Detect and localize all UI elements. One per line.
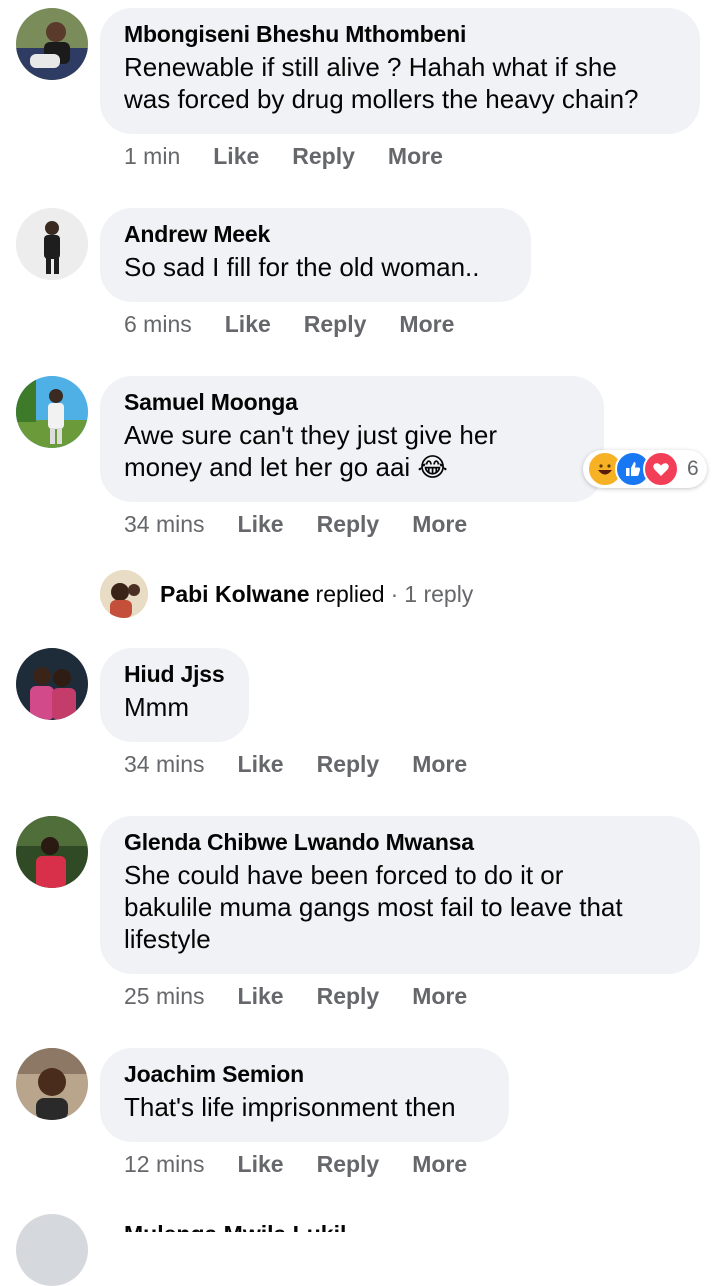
like-button[interactable]: Like (238, 982, 284, 1010)
like-button[interactable]: Like (238, 510, 284, 538)
comment-time[interactable]: 34 mins (124, 510, 205, 538)
comment-time[interactable]: 6 mins (124, 310, 192, 338)
comment-text: So sad I fill for the old woman.. (124, 252, 480, 282)
comment-actions: 6 mins Like Reply More (124, 310, 487, 338)
more-button[interactable]: More (412, 750, 467, 778)
reply-button[interactable]: Reply (317, 750, 380, 778)
more-button[interactable]: More (412, 510, 467, 538)
love-icon (643, 451, 679, 487)
comment-bubble: Glenda Chibwe Lwando Mwansa She could ha… (100, 816, 700, 974)
more-button[interactable]: More (412, 1150, 467, 1178)
avatar (100, 570, 148, 618)
avatar[interactable] (16, 816, 88, 888)
like-button[interactable]: Like (225, 310, 271, 338)
comment-actions: 1 min Like Reply More (124, 142, 476, 170)
avatar[interactable] (16, 1214, 88, 1286)
comment-bubble: Hiud Jjss Mmm (100, 648, 249, 742)
comment-author[interactable]: Andrew Meek (124, 220, 507, 248)
avatar[interactable] (16, 376, 88, 448)
comment-time[interactable]: 12 mins (124, 1150, 205, 1178)
comment-text: She could have been forced to do it or b… (124, 860, 623, 954)
more-button[interactable]: More (388, 142, 443, 170)
comment-author-partial[interactable]: Mulenga Mwila Lukil (124, 1222, 364, 1232)
comment-time[interactable]: 34 mins (124, 750, 205, 778)
like-button[interactable]: Like (238, 750, 284, 778)
avatar[interactable] (16, 648, 88, 720)
comment-bubble: Joachim Semion That's life imprisonment … (100, 1048, 509, 1142)
comment-bubble: Mbongiseni Bheshu Mthombeni Renewable if… (100, 8, 700, 134)
comment-actions: 34 mins Like Reply More (124, 510, 500, 538)
reactions-summary[interactable]: 6 (583, 450, 707, 488)
comment-bubble: Samuel Moonga Awe sure can't they just g… (100, 376, 604, 502)
comment-author[interactable]: Samuel Moonga (124, 388, 580, 416)
comment-author[interactable]: Hiud Jjss (124, 660, 225, 688)
comment-actions: 25 mins Like Reply More (124, 982, 500, 1010)
reply-button[interactable]: Reply (292, 142, 355, 170)
more-button[interactable]: More (399, 310, 454, 338)
comment-text: Awe sure can't they just give her money … (124, 420, 498, 482)
comment-text: Renewable if still alive ? Hahah what if… (124, 52, 639, 114)
like-button[interactable]: Like (238, 1150, 284, 1178)
comment-bubble: Andrew Meek So sad I fill for the old wo… (100, 208, 531, 302)
comment-author: Mulenga Mwila Lukil (124, 1222, 364, 1232)
reaction-count: 6 (687, 457, 699, 480)
avatar[interactable] (16, 1048, 88, 1120)
more-button[interactable]: More (412, 982, 467, 1010)
comment-text: Mmm (124, 692, 189, 722)
separator: · (390, 580, 399, 607)
like-button[interactable]: Like (213, 142, 259, 170)
view-replies-link[interactable]: Pabi Kolwane replied · 1 reply (100, 570, 473, 618)
comment-time[interactable]: 1 min (124, 142, 180, 170)
comment-author[interactable]: Glenda Chibwe Lwando Mwansa (124, 828, 676, 856)
reply-button[interactable]: Reply (317, 1150, 380, 1178)
replier-name: Pabi Kolwane (160, 580, 310, 607)
comment-actions: 12 mins Like Reply More (124, 1150, 500, 1178)
reply-button[interactable]: Reply (317, 510, 380, 538)
reply-count: 1 reply (404, 580, 474, 607)
comment-time[interactable]: 25 mins (124, 982, 205, 1010)
reply-button[interactable]: Reply (304, 310, 367, 338)
reply-button[interactable]: Reply (317, 982, 380, 1010)
comment-text: That's life imprisonment then (124, 1092, 456, 1122)
avatar[interactable] (16, 208, 88, 280)
comment-author[interactable]: Joachim Semion (124, 1060, 485, 1088)
replied-label: replied (315, 580, 385, 607)
comment-actions: 34 mins Like Reply More (124, 750, 500, 778)
comment-author[interactable]: Mbongiseni Bheshu Mthombeni (124, 20, 676, 48)
avatar[interactable] (16, 8, 88, 80)
